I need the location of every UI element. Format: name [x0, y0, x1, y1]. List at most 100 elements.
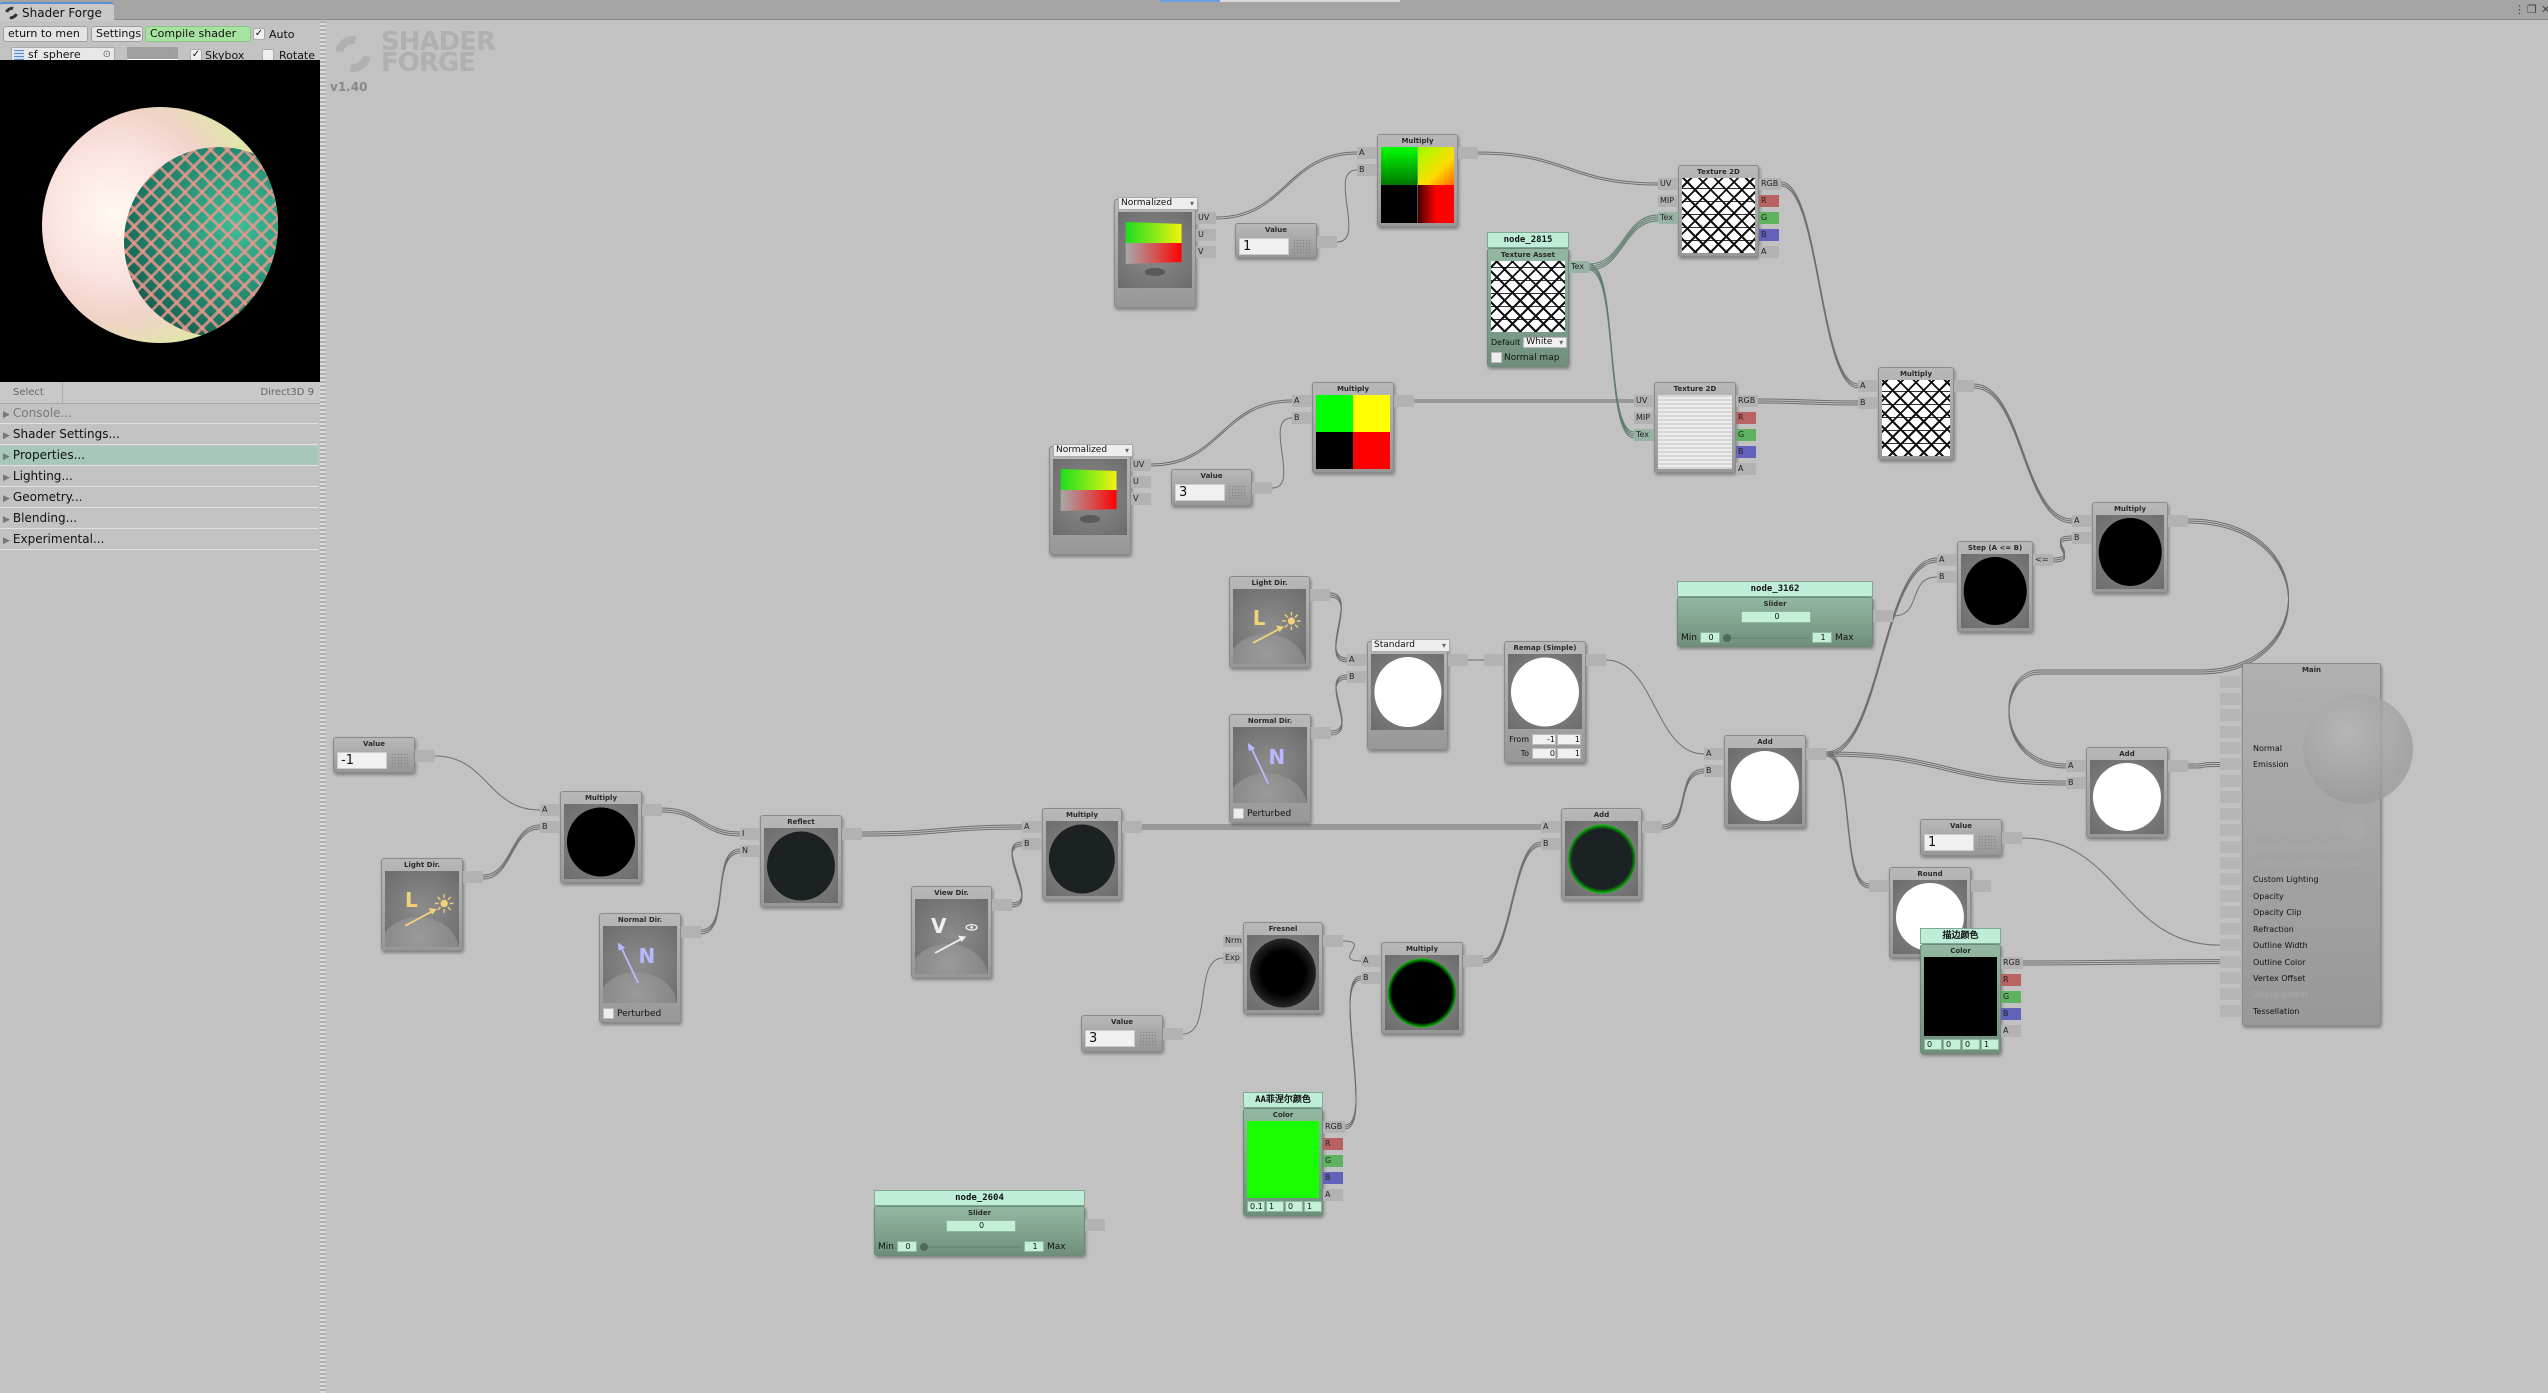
slider-value-field[interactable]: 0: [1741, 611, 1811, 623]
kebab-menu-icon[interactable]: ⋮: [2514, 3, 2525, 16]
output-port[interactable]: [2168, 760, 2188, 772]
output-port[interactable]: [1642, 821, 1662, 833]
node-tex2[interactable]: Texture 2D: [1654, 382, 1736, 473]
node-addBig[interactable]: Add: [1724, 735, 1806, 828]
drag-handle[interactable]: [1139, 1031, 1157, 1046]
node-aa[interactable]: Color 0.1 1 0 1: [1243, 1108, 1323, 1216]
node-val3[interactable]: Value 3: [1171, 469, 1252, 506]
drag-handle[interactable]: [1228, 485, 1246, 500]
node-val1b[interactable]: Value 1: [1920, 819, 2002, 856]
max-field[interactable]: 1: [1811, 632, 1832, 643]
node-mulF[interactable]: Multiply: [1381, 942, 1463, 1034]
perturbed-checkbox[interactable]: [603, 1008, 614, 1019]
node-reflect[interactable]: Reflect: [760, 815, 842, 907]
output-port[interactable]: [992, 899, 1012, 911]
input-port[interactable]: Nrm: [1223, 935, 1243, 947]
node-mulV[interactable]: Multiply: [1042, 808, 1122, 900]
output-port[interactable]: UV: [1196, 212, 1216, 224]
compile-shader-button[interactable]: Compile shader: [145, 26, 251, 42]
main-input-port[interactable]: [2220, 692, 2242, 705]
eyedropper-icon[interactable]: ✎: [166, 47, 174, 58]
color-channel-field[interactable]: 0: [1924, 1039, 1942, 1050]
output-port[interactable]: B: [1736, 446, 1756, 458]
input-port[interactable]: B: [1357, 164, 1377, 176]
node-mul2[interactable]: Multiply: [1312, 382, 1394, 473]
output-port[interactable]: [1806, 748, 1826, 760]
from-min-field[interactable]: -1: [1532, 734, 1556, 745]
input-port[interactable]: A: [1704, 748, 1724, 760]
color-channel-field[interactable]: 1: [1266, 1201, 1284, 1212]
node-name-label[interactable]: AA菲涅尔颜色: [1243, 1092, 1323, 1108]
mode-dropdown[interactable]: Normalized: [1118, 197, 1198, 210]
node-n3162[interactable]: Slider 0 Min 0 1 Max: [1677, 597, 1873, 647]
main-input-port[interactable]: [2220, 857, 2242, 870]
output-port[interactable]: [842, 828, 862, 840]
input-port[interactable]: I: [740, 828, 760, 840]
output-port[interactable]: G: [1759, 212, 1779, 224]
input-port[interactable]: [1869, 880, 1889, 892]
output-port[interactable]: <=: [2033, 554, 2053, 566]
input-port[interactable]: A: [1022, 821, 1042, 833]
maximize-icon[interactable]: ❐: [2527, 3, 2537, 16]
node-tex1[interactable]: Texture 2D: [1678, 165, 1759, 257]
main-input-port[interactable]: [2220, 791, 2242, 804]
min-field[interactable]: 0: [1699, 632, 1720, 643]
slider-track[interactable]: [919, 1242, 1021, 1251]
input-port[interactable]: B: [1858, 397, 1878, 409]
main-input-port[interactable]: [2220, 840, 2242, 853]
node-name-label[interactable]: node_3162: [1677, 581, 1873, 597]
return-to-menu-button[interactable]: eturn to men: [3, 26, 88, 42]
output-port[interactable]: R: [1323, 1138, 1343, 1150]
input-port[interactable]: Tex: [1634, 429, 1654, 441]
value-input[interactable]: 1: [1239, 238, 1289, 255]
output-port[interactable]: R: [1736, 412, 1756, 424]
output-port[interactable]: [1586, 654, 1606, 666]
output-port[interactable]: UV: [1131, 459, 1151, 471]
main-input-port[interactable]: [2220, 922, 2242, 935]
input-port[interactable]: B: [1704, 765, 1724, 777]
node-name-label[interactable]: node_2604: [874, 1190, 1085, 1206]
input-port[interactable]: B: [2072, 532, 2092, 544]
output-port[interactable]: [1311, 727, 1331, 739]
normal-map-checkbox[interactable]: [1491, 352, 1502, 363]
drag-handle[interactable]: [391, 753, 409, 768]
node-mul1[interactable]: Multiply: [1377, 134, 1458, 227]
node-mulT[interactable]: Multiply: [1878, 367, 1954, 460]
node-nd1[interactable]: Normal Dir. N Perturbed: [1229, 714, 1311, 823]
output-port[interactable]: R: [2001, 974, 2021, 986]
output-port[interactable]: [1310, 589, 1330, 601]
node-sp2[interactable]: Screen Pos.Normalized: [1049, 444, 1133, 555]
color-channel-field[interactable]: 1: [1981, 1039, 1999, 1050]
input-port[interactable]: B: [2066, 777, 2086, 789]
slider-handle[interactable]: [919, 1242, 928, 1251]
main-input-port[interactable]: [2220, 676, 2242, 689]
input-port[interactable]: A: [1858, 380, 1878, 392]
output-port[interactable]: [1252, 482, 1272, 494]
color-channel-field[interactable]: 0: [1962, 1039, 1980, 1050]
drag-handle[interactable]: [1978, 835, 1996, 850]
node-valm1[interactable]: Value -1: [333, 737, 415, 773]
output-port[interactable]: [1323, 935, 1343, 947]
auto-checkbox[interactable]: ✓: [253, 28, 265, 40]
node-ldL[interactable]: Light Dir. L: [381, 858, 463, 951]
input-port[interactable]: Exp: [1223, 952, 1243, 964]
input-port[interactable]: B: [1541, 838, 1561, 850]
output-port[interactable]: [1458, 147, 1478, 159]
output-port[interactable]: [642, 804, 662, 816]
drag-handle[interactable]: [1293, 239, 1311, 254]
output-port[interactable]: RGB: [1759, 178, 1781, 190]
color-channel-field[interactable]: 0: [1285, 1201, 1303, 1212]
main-input-port[interactable]: [2220, 774, 2242, 787]
value-input[interactable]: -1: [337, 752, 387, 769]
main-input-port[interactable]: [2220, 1004, 2242, 1017]
main-input-port[interactable]: [2220, 906, 2242, 919]
output-port[interactable]: G: [2001, 991, 2021, 1003]
node-val1[interactable]: Value 1: [1235, 223, 1317, 258]
output-port[interactable]: [463, 871, 483, 883]
input-port[interactable]: A: [1541, 821, 1561, 833]
input-port[interactable]: A: [2072, 515, 2092, 527]
color-channel-field[interactable]: 0: [1943, 1039, 1961, 1050]
node-ld1[interactable]: Light Dir. L: [1229, 576, 1310, 668]
main-input-port[interactable]: [2220, 988, 2242, 1001]
to-min-field[interactable]: 0: [1532, 748, 1556, 759]
